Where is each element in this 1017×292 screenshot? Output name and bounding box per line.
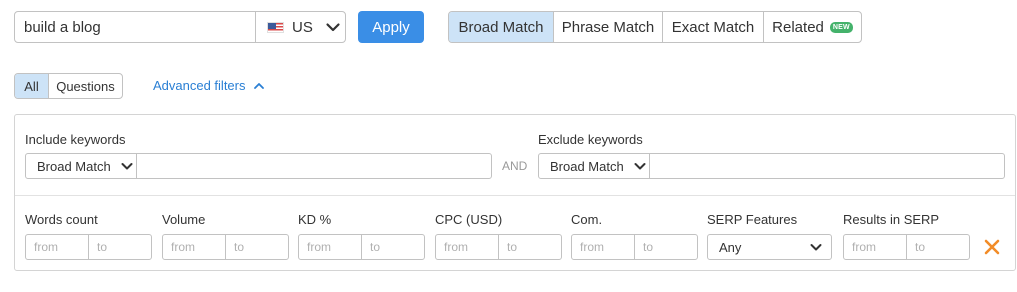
words-count-to-input[interactable]	[89, 235, 151, 259]
serp-features-value: Any	[719, 239, 742, 255]
kd-label: KD %	[298, 212, 332, 227]
advanced-filters-toggle[interactable]: Advanced filters	[153, 78, 265, 93]
results-in-serp-label: Results in SERP	[843, 212, 940, 227]
chevron-down-icon	[326, 23, 340, 32]
exclude-match-value: Broad Match	[550, 158, 624, 174]
and-connector: AND	[502, 159, 528, 173]
competition-from-input[interactable]	[572, 235, 635, 259]
include-match-value: Broad Match	[37, 158, 111, 174]
chevron-up-icon	[253, 82, 264, 89]
keyword-type-tabs: All Questions	[14, 73, 123, 99]
exclude-keywords-input[interactable]	[650, 154, 1004, 178]
chevron-down-icon	[634, 163, 646, 170]
tab-label: Related	[772, 18, 824, 36]
tab-exact-match[interactable]: Exact Match	[662, 12, 763, 42]
tab-label: Questions	[56, 78, 115, 94]
advanced-filters-label: Advanced filters	[153, 78, 246, 93]
cpc-range	[435, 234, 562, 260]
match-type-tabs: Broad Match Phrase Match Exact Match Rel…	[448, 11, 862, 43]
volume-from-input[interactable]	[163, 235, 226, 259]
exclude-keywords-label: Exclude keywords	[538, 132, 643, 147]
tab-phrase-match[interactable]: Phrase Match	[553, 12, 662, 42]
words-count-label: Words count	[25, 212, 98, 227]
apply-button[interactable]: Apply	[358, 11, 424, 43]
include-keywords-field: Broad Match	[25, 153, 492, 179]
country-label: US	[292, 18, 313, 36]
tab-label: Broad Match	[458, 18, 544, 36]
tab-label: Exact Match	[671, 18, 755, 36]
us-flag-icon	[267, 21, 284, 33]
words-count-range	[25, 234, 152, 260]
cpc-from-input[interactable]	[436, 235, 499, 259]
volume-label: Volume	[162, 212, 206, 227]
kd-from-input[interactable]	[299, 235, 362, 259]
exclude-match-select[interactable]: Broad Match	[539, 154, 650, 178]
include-match-select[interactable]: Broad Match	[26, 154, 137, 178]
search-box: US	[14, 11, 346, 43]
competition-label: Com.	[571, 212, 603, 227]
kd-to-input[interactable]	[362, 235, 424, 259]
results-in-serp-to-input[interactable]	[907, 235, 969, 259]
close-icon[interactable]	[983, 238, 1001, 256]
words-count-from-input[interactable]	[26, 235, 89, 259]
serp-features-label: SERP Features	[707, 212, 798, 227]
panel-divider	[15, 195, 1015, 196]
competition-range	[571, 234, 698, 260]
serp-features-select[interactable]: Any	[707, 234, 832, 260]
chevron-down-icon	[121, 163, 133, 170]
results-in-serp-from-input[interactable]	[844, 235, 907, 259]
exclude-keywords-field: Broad Match	[538, 153, 1005, 179]
competition-to-input[interactable]	[635, 235, 697, 259]
cpc-to-input[interactable]	[499, 235, 561, 259]
new-badge: NEW	[829, 21, 853, 33]
tab-questions[interactable]: Questions	[48, 74, 122, 98]
kd-range	[298, 234, 425, 260]
tab-label: Phrase Match	[561, 18, 655, 36]
tab-broad-match[interactable]: Broad Match	[449, 12, 553, 42]
tab-label: All	[24, 78, 39, 94]
country-select[interactable]: US	[255, 12, 345, 42]
search-input[interactable]	[15, 12, 255, 42]
tab-all[interactable]: All	[15, 74, 48, 98]
volume-range	[162, 234, 289, 260]
volume-to-input[interactable]	[226, 235, 288, 259]
chevron-down-icon	[810, 244, 822, 251]
include-keywords-input[interactable]	[137, 154, 491, 178]
results-in-serp-range	[843, 234, 970, 260]
include-keywords-label: Include keywords	[25, 132, 126, 147]
cpc-label: CPC (USD)	[435, 212, 503, 227]
tab-related[interactable]: Related NEW	[763, 12, 861, 42]
